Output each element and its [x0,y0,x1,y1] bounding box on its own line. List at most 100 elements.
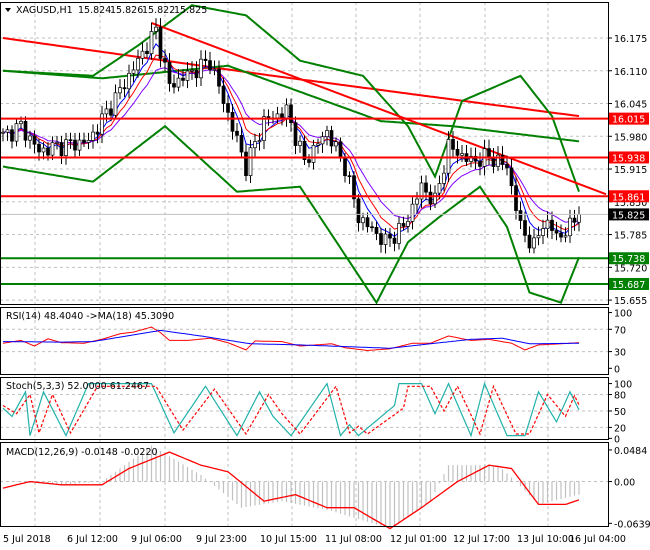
candle-body [518,210,523,221]
candle-body [14,123,19,142]
rsi-tick-label: 70 [614,325,626,336]
level-label: 16.015 [612,115,645,126]
candle-body [505,164,509,169]
candle-body [28,135,32,141]
candle-body [284,104,289,119]
candle-body [10,129,14,142]
candle-body [347,175,352,178]
time-tick-label: 5 Jul 2018 [3,534,51,545]
stoch-signal-line [2,384,580,436]
candle-body [311,144,316,163]
candle-body [374,226,379,234]
candle-body [280,113,284,119]
candle-body [293,122,298,146]
time-tick-label: 13 Jul 10:00 [517,534,574,545]
candle-body [433,192,437,205]
candle-body [104,108,109,115]
time-tick-label: 9 Jul 23:00 [196,534,247,545]
candle-body [401,223,406,227]
ema-slow-line [2,67,580,223]
candle-body [320,136,325,145]
candle-body [82,139,86,143]
candle-body [379,233,383,245]
trendline [151,21,607,196]
candle-body [140,50,145,59]
macd-title: MACD(12,26,9) -0.0148 -0.0220 [6,447,158,458]
candle-body [230,112,235,132]
candle-body [64,139,68,157]
candle-body [262,116,266,141]
level-label: 15.687 [612,280,645,291]
candle-body [536,235,541,239]
candle-body [437,183,442,194]
candle-body [145,50,149,55]
candle-body [55,142,59,144]
candle-body [73,139,77,151]
candle-body [154,26,158,32]
candle-body [1,131,5,134]
candle-body [460,153,464,156]
time-tick-label: 12 Jul 17:00 [453,534,510,545]
candle-body [181,77,185,81]
candle-body [100,113,104,135]
chart-canvas[interactable]: 16.17516.11016.04515.98015.91515.85015.7… [0,0,650,550]
candle-body [451,139,455,150]
candle-body [361,217,365,224]
candle-body [91,131,95,141]
candle-body [41,147,46,153]
macd-pane[interactable] [0,445,612,530]
trading-chart-window: 16.175 16.110 16.045 15.980 15.915 15.850 15.7… [0,0,650,550]
candle-body [167,61,172,84]
candle-body [568,217,572,237]
candle-body [185,70,190,81]
candle-body [514,185,518,211]
rsi-tick-label: 30 [614,348,626,359]
price-pane[interactable] [0,4,612,305]
stoch-tick-label: 80 [614,391,626,402]
candle-body [446,139,451,174]
candle-body [275,113,280,119]
time-tick-label: 9 Jul 06:00 [131,534,182,545]
price-tick-label: 15.785 [614,231,647,242]
level-label: 15.938 [612,153,645,164]
candle-body [109,108,113,116]
dropdown-triangle-icon[interactable] [5,8,11,12]
candle-body [523,220,527,236]
stoch-tick-label: 20 [614,423,626,434]
candle-body [118,87,122,94]
price-tick-label: 15.655 [614,296,647,307]
time-tick-label: 11 Jul 08:00 [325,534,382,545]
candle-body [32,135,37,145]
candle-body [338,141,343,158]
candle-body [244,151,248,176]
price-tick-label: 16.045 [614,100,647,111]
candle-body [554,230,559,234]
candle-body [307,159,311,163]
symbol-label: XAGUSD,H1 [16,5,73,16]
candle-body [532,237,536,249]
candle-body [217,68,221,87]
time-tick-label: 16 Jul 04:00 [569,534,626,545]
macd-tick-label: 0.00 [614,478,635,489]
high-value: 15.826 [110,5,143,16]
candle-body [50,142,55,156]
candle-body [257,140,262,142]
price-tick-label: 16.110 [614,67,647,78]
price-tick-label: 15.980 [614,132,647,143]
candle-body [397,223,401,244]
candle-body [203,58,208,61]
candle-body [356,198,361,224]
candle-body [127,72,131,90]
rsi-tick-label: 0 [614,364,620,375]
candle-body [365,217,370,228]
candle-body [316,143,320,146]
candle-body [424,182,428,193]
price-tick-label: 16.175 [614,34,647,45]
candle-body [289,104,293,123]
low-value: 15.822 [142,5,175,16]
candle-body [235,130,239,136]
level-label: 15.738 [612,254,645,265]
macd-tick-label: 0.0484 [614,446,647,457]
candle-body [208,60,212,70]
candle-body [194,69,199,79]
